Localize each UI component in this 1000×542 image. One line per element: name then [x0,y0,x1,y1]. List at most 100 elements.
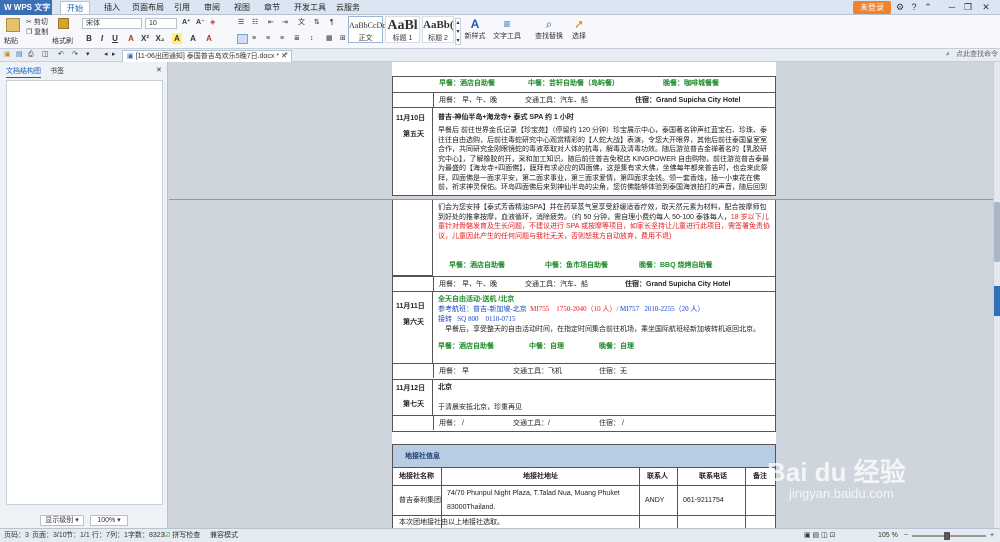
paste-icon[interactable] [6,18,20,32]
line-spacing-icon[interactable]: ↕ [310,34,314,44]
print-preview-icon[interactable]: ◫ [42,50,49,60]
zoom-slider-thumb[interactable] [944,532,950,540]
minimize-icon[interactable]: ─ [946,1,958,14]
style-normal[interactable]: AaBbCcDd 正文 [348,16,386,43]
distributed-icon[interactable]: ≣ [294,34,300,44]
agency-title: 地接社信息 [405,453,440,460]
text-tools-button[interactable]: ≡ 文字工具 [492,17,522,41]
day6-flights: 参考航班：普吉-新加坡-北京 MI755 1750-2040（10 人）/ MI… [438,305,704,315]
status-words[interactable]: 字数：8323 [128,529,165,542]
new-style-button[interactable]: A 新样式 [464,17,486,41]
bold-icon[interactable]: B [84,33,94,44]
undo-icon[interactable]: ↶ [58,50,64,60]
login-button[interactable]: 未登录 [853,1,891,14]
redo-icon[interactable]: ↷ [72,50,78,60]
new-tab-icon[interactable]: + [284,50,288,60]
highlight-icon[interactable]: A [172,33,182,44]
increase-indent-icon[interactable]: ⇥ [282,18,288,28]
align-left-icon[interactable] [237,34,248,44]
document-tab[interactable]: ▣ [11-06出团通知] 泰国普吉岛欢乐5晚7日.docx * ✕ [122,50,292,62]
select-label: 选择 [572,33,586,40]
style-heading-2[interactable]: AaBb( 标题 2 [422,16,454,43]
agency-title-row: 地接社信息 [392,444,776,468]
align-right-icon[interactable]: ≡ [266,34,270,44]
tab-insert[interactable]: 插入 [98,1,126,14]
clear-format-icon[interactable]: ◈ [210,18,215,28]
superscript-icon[interactable]: X² [140,33,150,44]
status-row: 行：7 [92,532,110,539]
close-icon[interactable]: ✕ [980,1,992,14]
sort-icon[interactable]: ⇅ [314,18,320,28]
show-marks-icon[interactable]: ¶ [330,18,334,28]
document-map-area[interactable] [6,80,163,505]
bullet-list-icon[interactable]: ☰ [238,18,244,28]
spell-check-toggle[interactable]: ☑ 拼写检查 [164,529,200,542]
side-assistant-tab[interactable] [994,286,1000,316]
font-color-icon[interactable]: A [126,33,136,44]
view-mode-icons[interactable]: ▣ ▤ ◫ ⊡ [804,529,836,542]
day5-date: 11月10日 [396,115,426,122]
nav-zoom-select[interactable]: 100% ▾ [90,515,128,526]
char-border-icon[interactable]: A [188,33,198,44]
shading-icon[interactable]: ▦ [326,34,333,44]
zoom-in-icon[interactable]: + [990,529,994,542]
tab-document-map[interactable]: 文档结构图 [6,67,41,78]
zoom-slider[interactable] [912,532,986,540]
format-painter-button[interactable]: 格式刷 [52,37,73,47]
save-icon[interactable]: ▤ [16,50,23,60]
help-icon[interactable]: ? [908,1,920,14]
tab-home[interactable]: 开始 [60,1,90,14]
page-4: 们会为您安排【泰式芳香精油SPA】并在药草蒸气室享受舒缓适香疗效，取天然元素为材… [392,200,776,528]
tab-cloud-service[interactable]: 云服务 [330,1,366,14]
display-level-select[interactable]: 显示级别 ▾ [40,515,84,526]
find-replace-button[interactable]: ⌕ 查找替换 [534,17,564,41]
styles-scroll[interactable]: ▴ ▾ ▾ [455,18,461,45]
tab-page-layout[interactable]: 页面布局 [126,1,170,14]
format-painter-icon[interactable] [58,18,69,29]
tab-developer[interactable]: 开发工具 [288,1,332,14]
scroll-thumb[interactable] [994,202,1000,262]
tab-chapter[interactable]: 章节 [258,1,286,14]
status-pages[interactable]: 页面：3/10 [32,529,67,542]
command-search-input[interactable]: 点此查找命令 [956,50,998,60]
new-style-label: 新样式 [464,33,486,40]
shrink-font-icon[interactable]: A⁻ [196,18,205,28]
align-center-icon[interactable]: ≡ [252,34,256,44]
numbered-list-icon[interactable]: ☷ [252,18,258,28]
chinese-layout-icon[interactable]: 文 [298,18,305,28]
ribbon-toggle-icon[interactable]: ⌃ [922,1,934,14]
cut-button[interactable]: ✂ 剪切 [26,18,48,28]
decrease-indent-icon[interactable]: ⇤ [268,18,274,28]
maximize-icon[interactable]: ❐ [962,1,974,14]
font-family-select[interactable]: 宋体 [82,18,142,29]
borders-icon[interactable]: ⊞ [340,34,346,44]
tab-review[interactable]: 审阅 [198,1,226,14]
underline-icon[interactable]: U [110,33,120,44]
tab-bookmarks[interactable]: 书签 [50,67,64,77]
quick-access-dropdown-icon[interactable]: ▾ [86,50,90,60]
char-shading-icon[interactable]: A [204,33,214,44]
italic-icon[interactable]: I [97,33,107,44]
subscript-icon[interactable]: X₂ [155,33,165,44]
tab-references[interactable]: 引用 [168,1,196,14]
tab-scroll-left-icon[interactable]: ◂ [104,50,108,60]
app-menu-button[interactable]: W WPS 文字 ▾ [0,0,52,27]
justify-icon[interactable]: ≡ [280,34,284,44]
vertical-scrollbar[interactable] [993,62,1000,528]
skin-icon[interactable]: ⚙ [894,1,906,14]
style-heading-1[interactable]: AaBl 标题 1 [385,16,420,43]
font-size-select[interactable]: 10 [145,18,177,29]
status-zoom[interactable]: 105 % [878,529,898,542]
select-button[interactable]: ➚ 选择 [568,17,590,41]
print-icon[interactable]: ⎙ [28,50,34,60]
grow-font-icon[interactable]: A⁺ [182,18,191,28]
tab-scroll-right-icon[interactable]: ▸ [112,50,116,60]
pane-close-icon[interactable]: ✕ [156,66,162,76]
tab-view[interactable]: 视图 [228,1,256,14]
day5-content-continued: 们会为您安排【泰式芳香精油SPA】并在药草蒸气室享受舒缓适香疗效，取天然元素为材… [432,200,776,260]
copy-button[interactable]: ❐ 复制 [26,28,48,38]
open-file-icon[interactable]: ▣ [4,50,11,60]
paste-button[interactable]: 粘贴 [4,37,18,47]
agency-address-line1: 74/70 Phunpul Night Plaza, T.Talad Nua, … [447,490,620,497]
zoom-out-icon[interactable]: − [904,529,908,542]
